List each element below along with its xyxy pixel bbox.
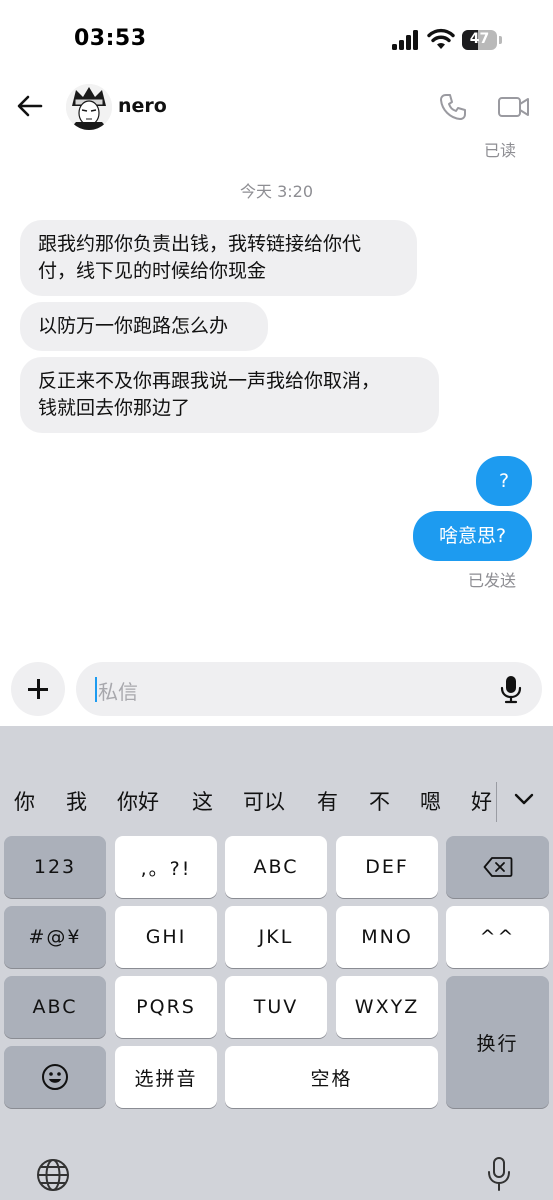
candidate-word[interactable]: 嗯 xyxy=(420,786,441,816)
candidate-word[interactable]: 好 xyxy=(471,786,492,816)
battery-icon: 47 xyxy=(462,30,502,50)
candidate-word[interactable]: 这 xyxy=(192,786,213,816)
microphone-icon[interactable] xyxy=(498,674,524,704)
key-mno[interactable]: MNO xyxy=(336,906,438,968)
keyboard: 你 我 你好 这 可以 有 不 嗯 好 123 ,。?! ABC DEF #@¥… xyxy=(0,726,553,1200)
battery-percent: 47 xyxy=(469,31,490,47)
space-key[interactable]: 空格 xyxy=(225,1046,438,1108)
sent-status: 已发送 xyxy=(467,571,516,590)
candidate-word[interactable]: 可以 xyxy=(243,786,285,816)
key-jkl[interactable]: JKL xyxy=(225,906,327,968)
candidate-divider xyxy=(496,782,497,822)
emoji-icon xyxy=(42,1064,68,1090)
back-arrow-icon[interactable] xyxy=(14,90,46,122)
candidate-word[interactable]: 你好 xyxy=(117,786,159,816)
text-cursor xyxy=(95,677,97,702)
return-key[interactable]: 换行 xyxy=(446,976,549,1108)
key-wxyz[interactable]: WXYZ xyxy=(336,976,438,1038)
candidate-word[interactable]: 我 xyxy=(66,786,87,816)
key-tuv[interactable]: TUV xyxy=(225,976,327,1038)
key-abc[interactable]: ABC xyxy=(225,836,327,898)
key-ghi[interactable]: GHI xyxy=(115,906,217,968)
phone-icon[interactable] xyxy=(438,92,468,122)
status-time: 03:53 xyxy=(74,26,147,51)
incoming-message[interactable]: 以防万一你跑路怎么办 xyxy=(20,302,268,351)
key-123[interactable]: 123 xyxy=(4,836,106,898)
incoming-message[interactable]: 跟我约那你负责出钱，我转链接给你代 付，线下见的时候给你现金 xyxy=(20,220,417,296)
candidate-word[interactable]: 有 xyxy=(317,786,338,816)
key-pqrs[interactable]: PQRS xyxy=(115,976,217,1038)
message-input-placeholder: 私信 xyxy=(98,680,138,704)
chat-header: nero xyxy=(0,80,553,136)
candidate-word[interactable]: 不 xyxy=(369,786,390,816)
avatar[interactable] xyxy=(66,84,112,130)
message-input[interactable]: 私信 xyxy=(76,662,542,716)
message-composer: 私信 xyxy=(0,660,553,722)
key-pinyin[interactable]: 选拼音 xyxy=(115,1046,217,1108)
key-def[interactable]: DEF xyxy=(336,836,438,898)
key-punctuation[interactable]: ,。?! xyxy=(115,836,217,898)
dictation-microphone-icon[interactable] xyxy=(485,1156,513,1192)
outgoing-message[interactable]: 啥意思? xyxy=(413,511,532,561)
add-attachment-button[interactable] xyxy=(11,662,65,716)
contact-name[interactable]: nero xyxy=(118,95,167,117)
backspace-icon xyxy=(483,857,512,877)
wifi-icon xyxy=(427,28,455,49)
avatar-image xyxy=(66,84,112,130)
incoming-message[interactable]: 反正来不及你再跟我说一声我给你取消， 钱就回去你那边了 xyxy=(20,357,439,433)
emoji-key[interactable] xyxy=(4,1046,106,1108)
candidate-word[interactable]: 你 xyxy=(14,786,35,816)
time-divider: 今天 3:20 xyxy=(239,182,314,201)
key-symbols[interactable]: #@¥ xyxy=(4,906,106,968)
status-bar: 03:53 47 xyxy=(0,0,553,80)
read-status: 已读 xyxy=(483,141,516,160)
video-camera-icon[interactable] xyxy=(497,92,531,122)
candidate-bar: 你 我 你好 这 可以 有 不 嗯 好 xyxy=(0,726,553,826)
globe-icon[interactable] xyxy=(36,1158,70,1192)
signal-icon xyxy=(392,30,418,50)
chevron-down-icon[interactable] xyxy=(512,789,536,809)
key-abc-switch[interactable]: ABC xyxy=(4,976,106,1038)
key-caret[interactable]: ^^ xyxy=(446,906,549,968)
backspace-key[interactable] xyxy=(446,836,549,898)
outgoing-message[interactable]: ? xyxy=(476,456,532,506)
